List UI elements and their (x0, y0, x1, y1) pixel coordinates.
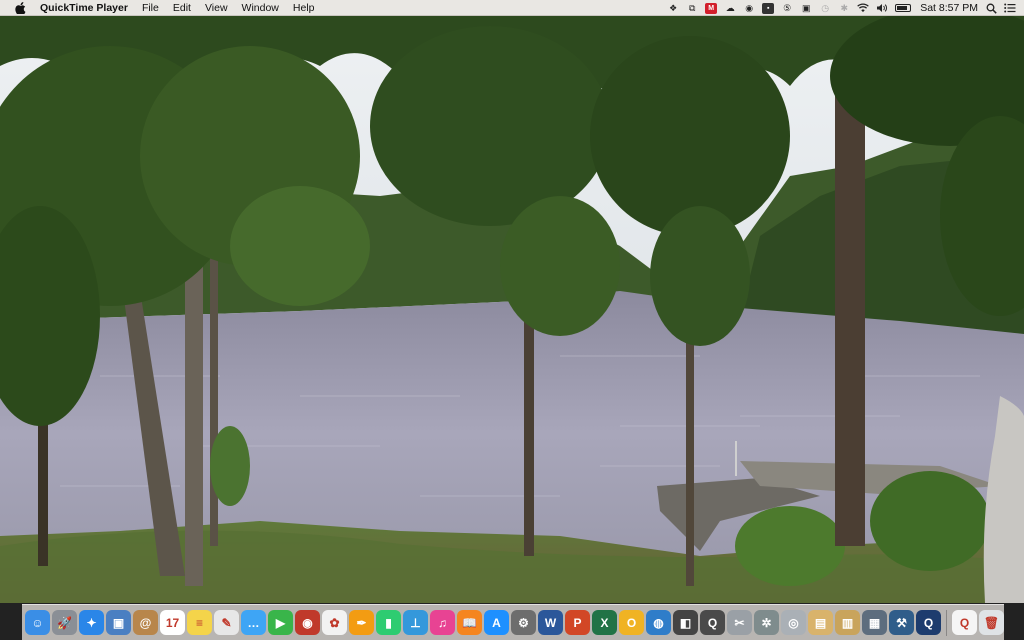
photos-icon[interactable]: ✿ (322, 610, 347, 635)
facetime-icon[interactable]: ▶ (268, 610, 293, 635)
image-viewer-icon[interactable]: ▥ (835, 610, 860, 635)
finder-icon[interactable]: ☺ (25, 610, 50, 635)
dock: ☺ 🚀 ✦ ▣ @17 ≡ ✎… ▶ ◉ ✿ ✒ ▮ ⊥ ♫ 📖 A ⚙ W P X O ◍ ◧ Q ✂ ✲ ◎ ▤ ▥ ▦ ⚒ Q Q 🗑 (22, 604, 1004, 640)
menu-file[interactable]: File (142, 0, 159, 16)
textedit-icon[interactable]: ✎ (214, 610, 239, 635)
menu-app-name[interactable]: QuickTime Player (40, 0, 128, 16)
excel-icon[interactable]: X (592, 610, 617, 635)
time-machine-icon[interactable]: ◷ (819, 3, 831, 14)
calendar-icon[interactable]: 17 (160, 610, 185, 635)
notes-icon[interactable]: ≡ (187, 610, 212, 635)
pages-icon[interactable]: ✒ (349, 610, 374, 635)
status-area: ❖ ⧉ M ☁ ◉ ▪ ⑤ ▣ ◷ ✱ Sat 8:57 PM (667, 0, 1016, 16)
lake-scene-image (0, 16, 1024, 603)
preview-icon[interactable]: ▣ (106, 610, 131, 635)
dock-separator (946, 609, 947, 636)
wifi-icon[interactable] (857, 3, 869, 14)
image-capture-icon[interactable]: ◧ (673, 610, 698, 635)
digital-color-meter-icon[interactable]: ✲ (754, 610, 779, 635)
menu-view[interactable]: View (205, 0, 228, 16)
terminal-icon[interactable]: ▪ (762, 2, 775, 14)
copy-icon[interactable]: ⧉ (686, 3, 698, 14)
battery-icon[interactable] (895, 4, 912, 12)
video-frame[interactable] (0, 16, 1024, 603)
screenshot-icon[interactable]: ◎ (781, 610, 806, 635)
document-icon[interactable]: Q (952, 610, 977, 635)
menu-edit[interactable]: Edit (173, 0, 191, 16)
menu-bar: QuickTime Player File Edit View Window H… (0, 0, 1024, 16)
word-icon[interactable]: W (538, 610, 563, 635)
globe-icon[interactable]: ◍ (646, 610, 671, 635)
safari-icon[interactable]: ✦ (79, 610, 104, 635)
keynote-icon[interactable]: ⊥ (403, 610, 428, 635)
spotlight-icon[interactable] (985, 3, 997, 14)
menu-window[interactable]: Window (242, 0, 279, 16)
notification-center-icon[interactable] (1004, 3, 1016, 14)
disk-utility-icon[interactable]: ▦ (862, 610, 887, 635)
contacts-icon[interactable]: @ (133, 610, 158, 635)
eye-icon[interactable]: ◉ (743, 3, 755, 14)
dropbox-icon[interactable]: ❖ (667, 3, 679, 14)
xcode-icon[interactable]: ⚒ (889, 610, 914, 635)
creative-cloud-icon[interactable]: ☁ (724, 3, 736, 14)
five-icon[interactable]: ⑤ (781, 3, 793, 14)
apple-menu-icon[interactable] (12, 0, 28, 16)
quicktime-icon[interactable]: Q (700, 610, 725, 635)
powerpoint-icon[interactable]: P (565, 610, 590, 635)
app-store-icon[interactable]: A (484, 610, 509, 635)
menu-help[interactable]: Help (293, 0, 315, 16)
mail-m-icon[interactable]: M (705, 2, 718, 14)
script-editor-icon[interactable]: ✂ (727, 610, 752, 635)
photo-gallery-icon[interactable]: ▤ (808, 610, 833, 635)
camera-icon[interactable]: ▣ (800, 3, 812, 14)
launchpad-icon[interactable]: 🚀 (52, 610, 77, 635)
bluetooth-icon[interactable]: ✱ (838, 3, 850, 14)
trash-icon[interactable]: 🗑 (979, 610, 1004, 635)
quicktime-player-icon[interactable]: Q (916, 610, 941, 635)
menu-clock[interactable]: Sat 8:57 PM (920, 2, 978, 14)
volume-icon[interactable] (876, 3, 888, 14)
photo-booth-icon[interactable]: ◉ (295, 610, 320, 635)
messages-icon[interactable]: … (241, 610, 266, 635)
itunes-icon[interactable]: ♫ (430, 610, 455, 635)
outlook-icon[interactable]: O (619, 610, 644, 635)
ibooks-icon[interactable]: 📖 (457, 610, 482, 635)
numbers-icon[interactable]: ▮ (376, 610, 401, 635)
system-preferences-icon[interactable]: ⚙ (511, 610, 536, 635)
